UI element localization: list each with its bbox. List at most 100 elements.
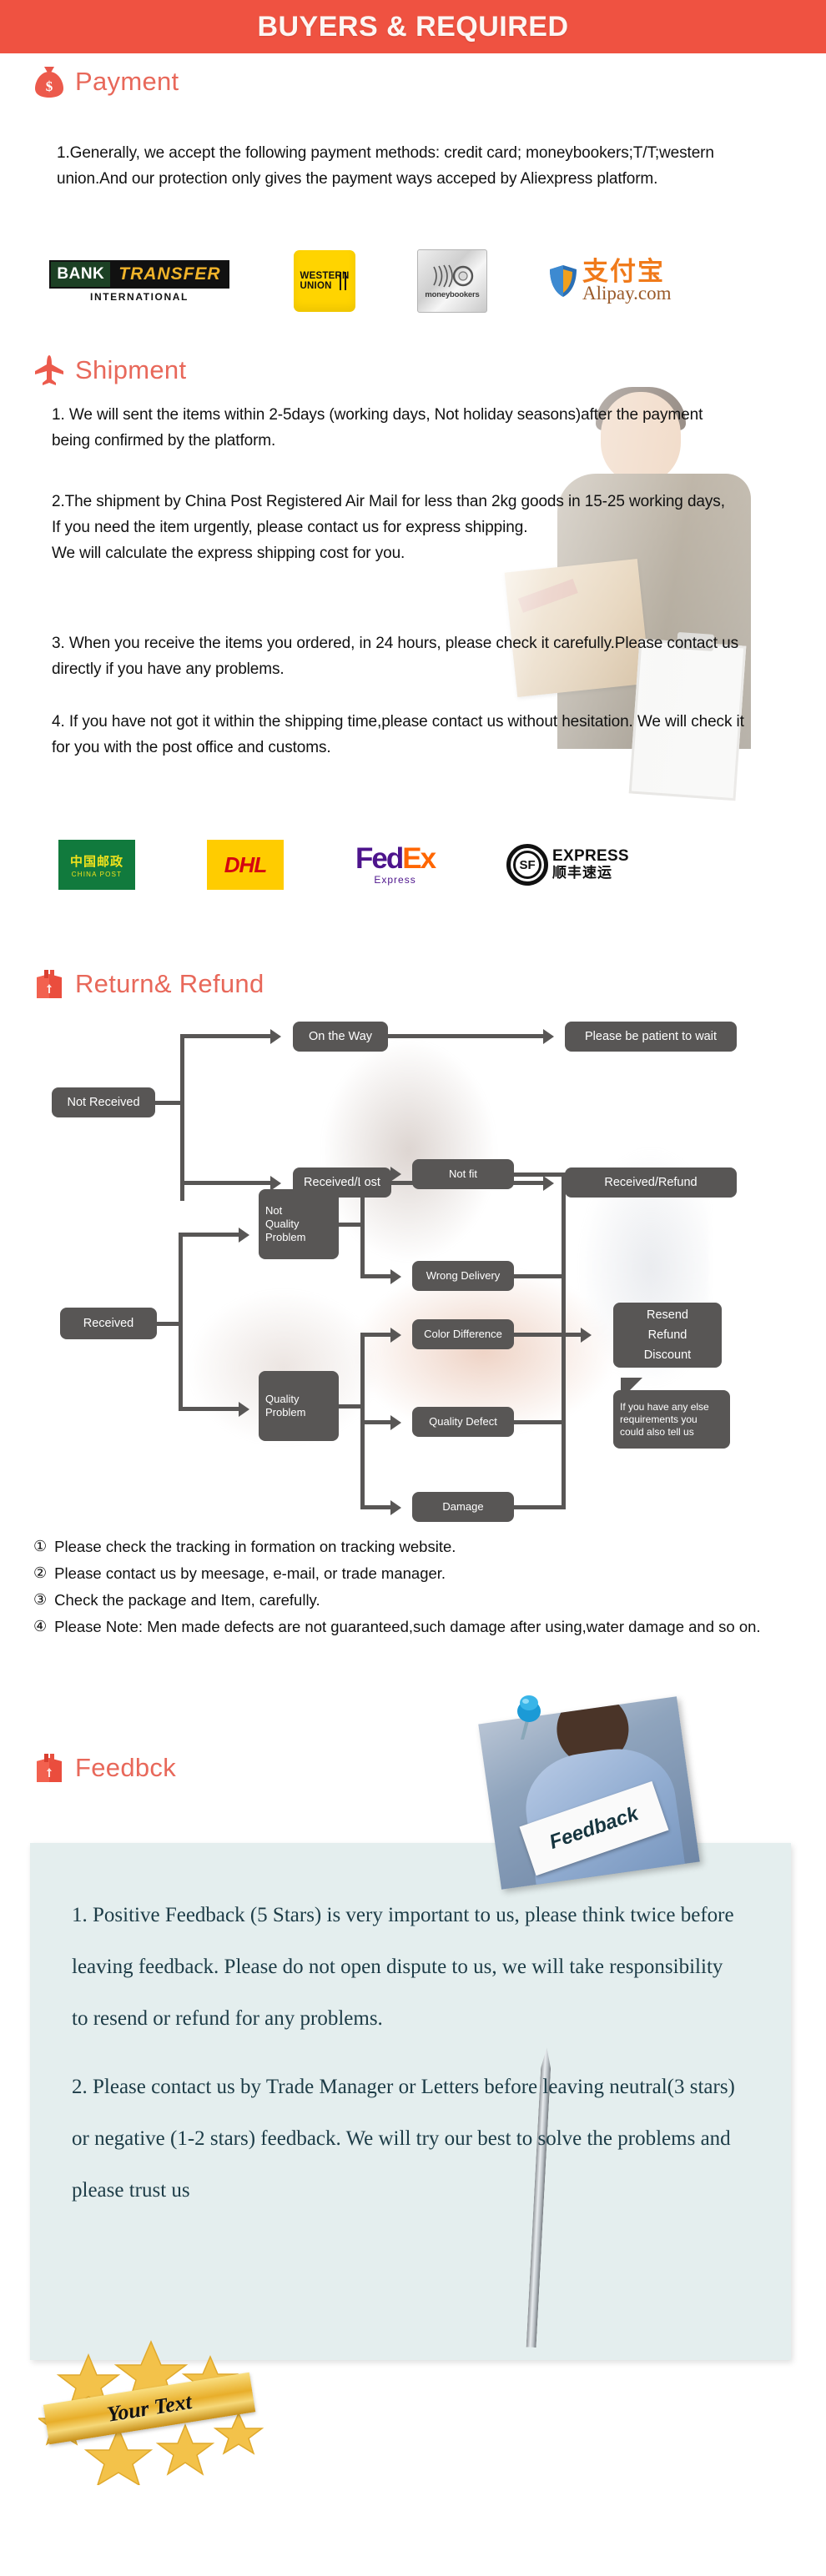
- flow-connector: [180, 1034, 270, 1038]
- western-union-logo: WESTERN UNION: [294, 250, 355, 312]
- page-banner: BUYERS & REQUIRED: [0, 0, 826, 53]
- sf-en-text: EXPRESS: [552, 847, 629, 865]
- moneybookers-logo: moneybookers: [417, 249, 487, 313]
- flow-arrow: [270, 1029, 281, 1044]
- flow-connector: [179, 1233, 183, 1411]
- note-text: Please check the tracking in formation o…: [54, 1538, 456, 1555]
- svg-text:$: $: [46, 78, 53, 94]
- alipay-cn-text: 支付宝: [582, 257, 665, 286]
- flow-connector: [388, 1034, 543, 1038]
- section-heading-feedback: Feedbck: [33, 1751, 176, 1785]
- flow-connector: [360, 1172, 365, 1278]
- moneybookers-label: moneybookers: [425, 289, 480, 299]
- sf-cn-text: 顺丰速运: [552, 865, 613, 881]
- western-union-bars-icon: [340, 272, 346, 290]
- note-item: ② Please contact us by meesage, e-mail, …: [33, 1561, 793, 1585]
- flow-node-wrong-delivery: Wrong Delivery: [412, 1261, 514, 1291]
- section-heading-return-refund: Return& Refund: [33, 967, 264, 1001]
- dhl-logo: DHL: [207, 840, 284, 890]
- shipment-paragraph-1: 1. We will sent the items within 2-5days…: [52, 406, 703, 449]
- shipment-paragraph-4: 4. If you have not got it within the shi…: [52, 713, 744, 756]
- flow-connector: [339, 1404, 360, 1409]
- section-label-shipment: Shipment: [75, 355, 187, 384]
- note-text: Please Note: Men made defects are not gu…: [54, 1618, 761, 1635]
- flow-arrow: [581, 1328, 592, 1343]
- section-label-return-refund: Return& Refund: [75, 969, 264, 998]
- flow-node-not-fit: Not fit: [412, 1159, 514, 1189]
- china-post-logo: 中国邮政 CHINA POST: [58, 840, 135, 890]
- flow-arrow: [390, 1328, 401, 1343]
- note-number: ①: [33, 1538, 48, 1554]
- flow-arrow: [239, 1402, 249, 1417]
- note-item: ④ Please Note: Men made defects are not …: [33, 1614, 793, 1639]
- flow-connector: [514, 1505, 566, 1509]
- pushpin-icon: [517, 1695, 541, 1740]
- open-box-icon: [33, 1751, 65, 1785]
- flow-arrow: [543, 1176, 554, 1191]
- flow-connector: [180, 1181, 270, 1185]
- fedex-sub: Express: [374, 873, 416, 886]
- bank-transfer-word2: TRANSFER: [112, 259, 229, 289]
- ribbon-label: Your Text: [105, 2389, 194, 2427]
- section-label-payment: Payment: [75, 67, 179, 96]
- star-ribbon-badge: Your Text: [36, 2327, 264, 2487]
- flow-node-damage: Damage: [412, 1492, 514, 1522]
- return-refund-flowchart: On the Way Please be patient to wait Not…: [0, 1017, 826, 1534]
- flow-connector: [157, 1322, 179, 1326]
- bank-transfer-word1: BANK: [49, 259, 113, 289]
- flow-connector: [514, 1274, 566, 1278]
- flow-connector: [179, 1233, 239, 1237]
- flow-arrow: [390, 1415, 401, 1430]
- open-box-icon: [33, 967, 65, 1001]
- payment-body-text: 1.Generally, we accept the following pay…: [57, 144, 714, 188]
- flow-arrow: [390, 1167, 401, 1182]
- flow-connector: [339, 1223, 360, 1227]
- dhl-label: DHL: [224, 851, 267, 877]
- fedex-part1: Fed: [355, 841, 404, 875]
- flow-connector: [360, 1505, 390, 1509]
- china-post-en: CHINA POST: [71, 870, 123, 878]
- flow-connector: [360, 1274, 390, 1278]
- note-item: ① Please check the tracking in formation…: [33, 1534, 793, 1559]
- flow-arrow: [390, 1269, 401, 1284]
- page-title: BUYERS & REQUIRED: [257, 10, 569, 43]
- flow-connector: [360, 1333, 390, 1337]
- fedex-logo: FedEx Express: [355, 841, 436, 886]
- section-label-feedback: Feedbck: [75, 1753, 176, 1782]
- note-text: Check the package and Item, carefully.: [54, 1591, 320, 1609]
- flow-connector: [180, 1034, 184, 1201]
- flow-connector: [514, 1333, 581, 1337]
- alipay-en-text: Alipay.com: [582, 283, 672, 304]
- section-heading-payment: $ Payment: [33, 65, 179, 98]
- flow-node-please-be-patient: Please be patient to wait: [565, 1022, 737, 1052]
- feedback-paragraph-2: 2. Please contact us by Trade Manager or…: [72, 2076, 735, 2202]
- shield-icon: [550, 265, 577, 297]
- flow-arrow: [239, 1228, 249, 1243]
- flow-node-not-received: Not Received: [52, 1087, 155, 1117]
- bank-transfer-sub: INTERNATIONAL: [90, 290, 189, 303]
- flow-node-quality-defect: Quality Defect: [412, 1407, 514, 1437]
- carrier-logo-strip: 中国邮政 CHINA POST DHL FedEx Express SF EXP…: [58, 836, 793, 894]
- flow-arrow: [543, 1029, 554, 1044]
- sf-express-logo: SF EXPRESS 顺丰速运: [506, 844, 629, 886]
- flow-node-quality-problem: Quality Problem: [259, 1371, 339, 1441]
- return-refund-notes: ① Please check the tracking in formation…: [33, 1534, 793, 1641]
- money-bag-icon: $: [33, 65, 65, 98]
- flow-node-else-requirements: If you have any else requirements you co…: [613, 1390, 730, 1449]
- flow-node-on-the-way: On the Way: [293, 1022, 388, 1052]
- flow-node-resend-refund-discount: Resend Refund Discount: [613, 1303, 722, 1368]
- moneybookers-arcs-icon: [433, 264, 474, 287]
- payment-logo-strip: BANK TRANSFER INTERNATIONAL WESTERN UNIO…: [47, 244, 781, 319]
- flow-connector: [179, 1407, 239, 1411]
- alipay-logo: 支付宝 Alipay.com: [549, 259, 671, 303]
- flow-connector: [562, 1173, 566, 1509]
- flow-arrow: [390, 1500, 401, 1515]
- note-number: ③: [33, 1591, 48, 1608]
- section-heading-shipment: Shipment: [33, 354, 186, 387]
- feedback-paragraph-1: 1. Positive Feedback (5 Stars) is very i…: [72, 1904, 734, 2030]
- flow-connector: [514, 1420, 566, 1424]
- sf-badge-icon: SF: [506, 844, 549, 886]
- flow-connector: [155, 1101, 180, 1105]
- flow-connector: [360, 1172, 390, 1176]
- bank-transfer-logo: BANK TRANSFER INTERNATIONAL: [47, 255, 232, 307]
